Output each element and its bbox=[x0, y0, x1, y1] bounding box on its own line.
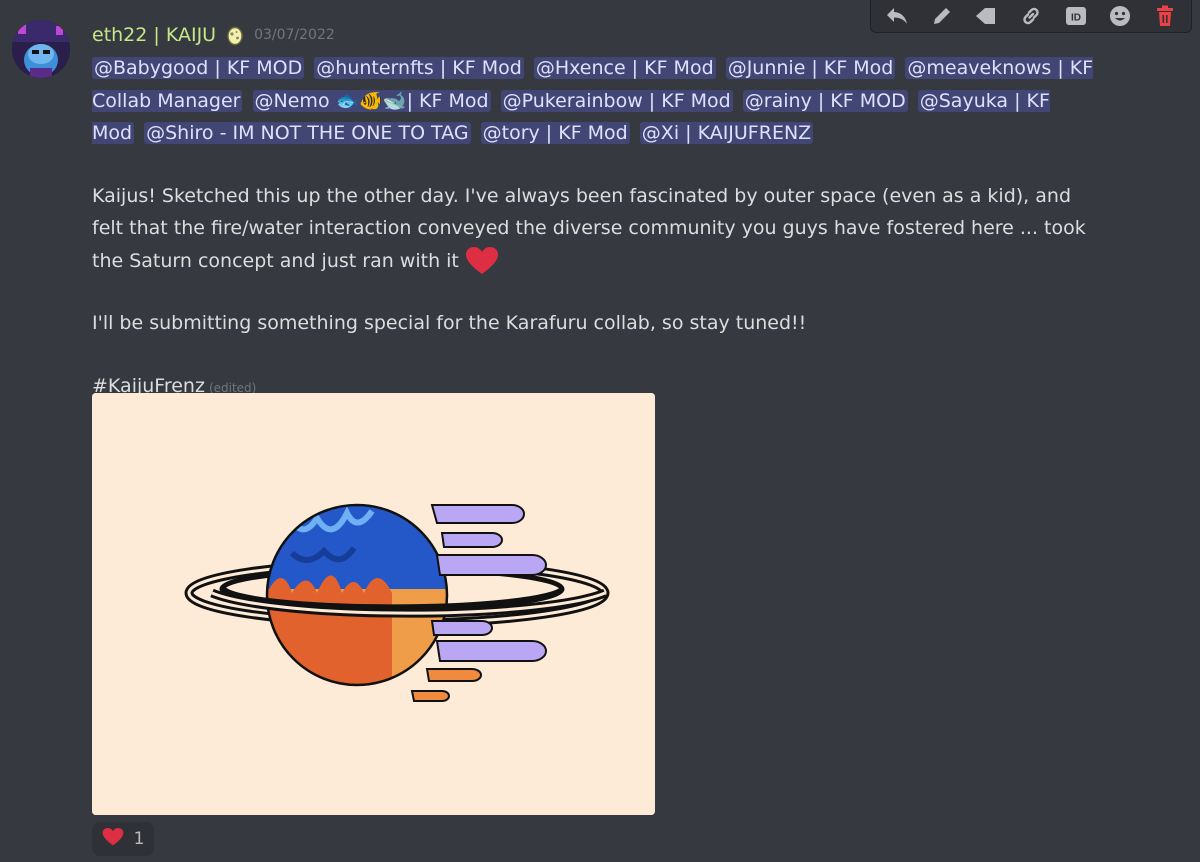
message-paragraph: Kaijus! Sketched this up the other day. … bbox=[92, 180, 1102, 278]
mention[interactable]: @hunternfts | KF Mod bbox=[314, 57, 524, 79]
username[interactable]: eth22 | KAIJU bbox=[92, 24, 216, 46]
paragraph-text: Kaijus! Sketched this up the other day. … bbox=[92, 184, 1086, 272]
reaction-count: 1 bbox=[133, 829, 145, 849]
delete-icon[interactable] bbox=[1150, 2, 1180, 30]
mention-list: @Babygood | KF MOD @hunternfts | KF Mod … bbox=[92, 52, 1102, 150]
mention[interactable]: @Xi | KAIJUFRENZ bbox=[639, 122, 814, 144]
id-icon[interactable]: ID bbox=[1061, 2, 1091, 30]
message-toolbar: ID bbox=[870, 0, 1192, 33]
attached-image[interactable] bbox=[92, 393, 655, 815]
mention[interactable]: @Hxence | KF Mod bbox=[533, 57, 716, 79]
message-header: eth22 | KAIJU 03/07/2022 bbox=[92, 19, 335, 51]
user-avatar[interactable] bbox=[12, 20, 70, 78]
timestamp: 03/07/2022 bbox=[254, 27, 335, 43]
heart-icon bbox=[102, 827, 124, 851]
reply-icon[interactable] bbox=[882, 2, 912, 30]
mention[interactable]: @rainy | KF MOD bbox=[742, 89, 908, 112]
mention[interactable]: @Babygood | KF MOD bbox=[92, 57, 305, 79]
mention[interactable]: @Shiro - IM NOT THE ONE TO TAG bbox=[144, 122, 471, 144]
message-paragraph: I'll be submitting something special for… bbox=[92, 312, 807, 334]
message-content: @Babygood | KF MOD @hunternfts | KF Mod … bbox=[92, 52, 1102, 404]
edit-icon[interactable] bbox=[927, 2, 957, 30]
mention[interactable]: @Pukerainbow | KF Mod bbox=[500, 89, 733, 112]
tag-icon[interactable] bbox=[971, 2, 1001, 30]
emoji-icon[interactable] bbox=[1105, 2, 1135, 30]
heart-reaction-button[interactable]: 1 bbox=[92, 822, 154, 856]
heart-emoji-icon bbox=[465, 246, 499, 276]
egg-badge-icon bbox=[224, 24, 246, 46]
mention[interactable]: @tory | KF Mod bbox=[480, 122, 630, 144]
mention[interactable]: @Nemo 🐟🐠🐋| KF Mod bbox=[252, 89, 491, 112]
mention[interactable]: @Junnie | KF Mod bbox=[725, 57, 896, 79]
link-icon[interactable] bbox=[1016, 2, 1046, 30]
svg-text:ID: ID bbox=[1071, 13, 1081, 24]
